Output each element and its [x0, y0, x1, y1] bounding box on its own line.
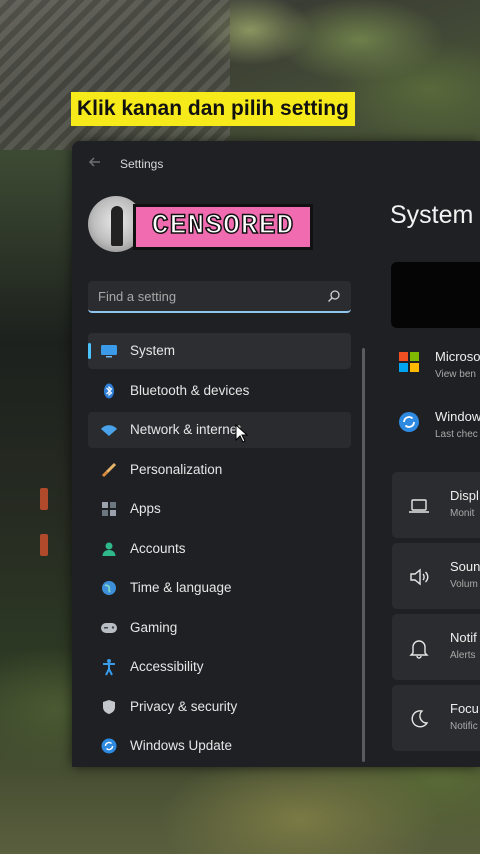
speaker-icon: [410, 568, 429, 586]
system-icon: [100, 342, 118, 360]
user-profile[interactable]: CENSORED: [88, 196, 388, 258]
card-focus[interactable]: Focu Notific: [392, 685, 480, 751]
sidebar-item-label: Gaming: [130, 619, 178, 635]
sidebar-item-accounts[interactable]: Accounts: [88, 531, 351, 567]
card-subtitle: Volum: [450, 579, 478, 590]
card-subtitle: Notific: [450, 721, 478, 732]
card-title: Soun: [450, 559, 480, 574]
sidebar-item-windows-update[interactable]: Windows Update: [88, 728, 351, 764]
settings-window: Settings CENSORED System Bluetooth & dev…: [72, 141, 480, 767]
sidebar-item-label: Time & language: [130, 580, 232, 595]
selection-indicator: [88, 343, 91, 359]
sidebar-item-label: Accounts: [130, 540, 186, 556]
gamepad-icon: [100, 619, 118, 637]
info-subtitle: Last chec: [435, 429, 478, 440]
card-title: Displ: [450, 488, 479, 503]
card-sound[interactable]: Soun Volum: [392, 543, 480, 609]
accounts-icon: [100, 540, 118, 558]
device-preview: [391, 262, 480, 328]
censored-sticker: CENSORED: [133, 204, 313, 250]
page-title: System: [390, 201, 474, 229]
background-lamp: [40, 534, 48, 556]
sidebar-item-network[interactable]: Network & internet: [88, 412, 351, 448]
sidebar-item-label: Network & internet: [130, 422, 242, 437]
bluetooth-icon: [100, 382, 118, 400]
sidebar-item-apps[interactable]: Apps: [88, 491, 351, 527]
sidebar-item-label: Accessibility: [130, 659, 204, 674]
sidebar-item-bluetooth[interactable]: Bluetooth & devices: [88, 373, 351, 409]
search-icon: [328, 290, 340, 302]
globe-icon: [100, 579, 118, 597]
sidebar-item-label: System: [130, 343, 176, 358]
card-subtitle: Alerts: [450, 650, 476, 661]
card-subtitle: Monit: [450, 508, 475, 519]
apps-icon: [100, 500, 118, 518]
background-roof: [0, 0, 230, 150]
sidebar-item-gaming[interactable]: Gaming: [88, 610, 351, 646]
avatar-photo-figure: [111, 206, 123, 246]
network-icon: [100, 421, 118, 439]
card-notifications[interactable]: Notif Alerts: [392, 614, 480, 680]
title-bar: Settings: [72, 141, 480, 187]
sidebar-item-label: Bluetooth & devices: [130, 382, 250, 398]
moon-icon: [411, 710, 429, 728]
laptop-icon: [409, 499, 429, 513]
video-caption: Klik kanan dan pilih setting: [71, 92, 355, 126]
sidebar-item-time-language[interactable]: Time & language: [88, 570, 351, 606]
info-subtitle: View ben: [435, 369, 476, 380]
sidebar-item-accessibility[interactable]: Accessibility: [88, 649, 351, 685]
back-arrow-icon: [88, 157, 100, 167]
search-input[interactable]: [98, 281, 318, 311]
update-icon: [100, 737, 118, 755]
window-title: Settings: [120, 157, 164, 171]
info-row-windows-update[interactable]: Window Last chec: [392, 403, 480, 443]
sidebar-nav: System Bluetooth & devices Network & int…: [88, 333, 353, 767]
sidebar-item-personalization[interactable]: Personalization: [88, 452, 351, 488]
sidebar-item-privacy-security[interactable]: Privacy & security: [88, 689, 351, 725]
brush-icon: [100, 461, 118, 479]
card-title: Notif: [450, 630, 477, 645]
mouse-cursor-icon: [235, 424, 249, 443]
search-box[interactable]: [88, 281, 351, 313]
microsoft-logo-icon: [399, 352, 419, 372]
sidebar-item-label: Privacy & security: [130, 698, 238, 714]
back-button[interactable]: [88, 155, 104, 171]
info-title: Window: [435, 409, 480, 424]
shield-icon: [100, 698, 118, 716]
info-title: Microso: [435, 349, 480, 364]
sidebar-item-label: Apps: [130, 501, 161, 516]
info-row-microsoft[interactable]: Microso View ben: [392, 343, 480, 383]
sidebar-item-label: Windows Update: [130, 738, 233, 753]
sidebar-item-system[interactable]: System: [88, 333, 351, 369]
card-display[interactable]: Displ Monit: [392, 472, 480, 538]
sidebar-item-label: Personalization: [130, 461, 223, 477]
bell-icon: [409, 640, 429, 659]
card-title: Focu: [450, 701, 479, 716]
windows-update-icon: [399, 412, 419, 432]
accessibility-icon: [100, 658, 118, 676]
sidebar-scrollbar[interactable]: [362, 348, 365, 762]
background-lamp: [40, 488, 48, 510]
